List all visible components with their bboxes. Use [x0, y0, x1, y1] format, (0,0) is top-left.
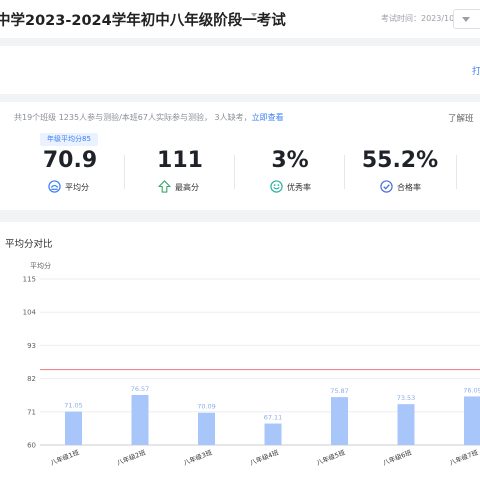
stats-card: 共19个班级 1235人参与测验/本班67人实际参与测验， 3人缺考，立即查看 … — [0, 102, 480, 210]
summary-text: 共19个班级 1235人参与测验/本班67人实际参与测验， 3人缺考， — [14, 113, 252, 122]
x-tick-label: 八年级5班 — [315, 447, 347, 467]
divider — [124, 155, 125, 189]
stat-value: 55.2% — [361, 148, 439, 173]
x-tick-label: 八年级7班 — [448, 447, 480, 467]
print-link[interactable]: 打 — [472, 64, 480, 77]
bar — [65, 411, 82, 445]
action-bar: 打 — [0, 46, 480, 94]
exam-title[interactable]: 中学2023-2024学年初中八年级阶段一考试 — [0, 9, 286, 30]
stat-value: 70.9 — [42, 148, 98, 173]
bar — [464, 396, 480, 445]
chevron-down-icon[interactable] — [251, 13, 257, 17]
exam-header: 中学2023-2024学年初中八年级阶段一考试 考试时间：2023/10/18 — [0, 0, 480, 38]
bar-value-label: 76.09 — [463, 386, 480, 394]
divider — [234, 155, 235, 189]
y-tick-label: 82 — [27, 375, 36, 383]
bar — [131, 394, 149, 445]
divider — [344, 155, 345, 189]
grade-average-badge: 年级平均分85 — [40, 133, 98, 146]
bar-value-label: 73.53 — [397, 394, 416, 402]
view-now-link[interactable]: 立即查看 — [252, 113, 284, 122]
x-tick-label: 八年级4班 — [248, 447, 280, 467]
y-axis-label: 平均分 — [30, 261, 51, 270]
bar — [397, 404, 415, 445]
smile-icon — [270, 180, 283, 193]
bar-value-label: 76.57 — [131, 385, 150, 393]
bar — [198, 412, 215, 445]
x-tick-label: 八年级3班 — [182, 447, 214, 467]
participation-summary: 共19个班级 1235人参与测验/本班67人实际参与测验， 3人缺考，立即查看 — [14, 112, 284, 123]
x-tick-label: 八年级1班 — [49, 447, 81, 467]
y-tick-label: 60 — [27, 442, 36, 450]
bar-value-label: 70.09 — [197, 403, 216, 411]
stat-label: 最高分 — [175, 183, 199, 192]
x-tick-label: 八年级6班 — [381, 447, 413, 467]
dropdown-arrow-icon — [462, 17, 470, 22]
learn-more-link[interactable]: 了解班 — [448, 112, 474, 124]
average-score-chart: 平均分 60 71 82 93 104 115 71.05 八年级1班 76.57 八年级2班 70.… — [23, 261, 480, 467]
y-tick-label: 93 — [27, 342, 36, 350]
y-tick-label: 104 — [23, 309, 37, 317]
stat-label: 平均分 — [65, 183, 89, 192]
average-score-icon — [48, 180, 61, 193]
stat-label: 合格率 — [397, 183, 421, 192]
x-tick-label: 八年级2班 — [115, 447, 147, 467]
stat-value: 111 — [157, 148, 203, 173]
up-arrow-icon — [158, 180, 171, 193]
divider — [456, 155, 457, 189]
stat-value: 3% — [271, 148, 309, 173]
y-tick-label: 115 — [23, 276, 36, 284]
bar-value-label: 67.11 — [264, 414, 283, 422]
bar-value-label: 71.05 — [64, 402, 83, 410]
y-tick-label: 71 — [27, 408, 36, 416]
class-select[interactable] — [453, 9, 480, 29]
bar — [331, 397, 348, 445]
bar — [264, 423, 282, 445]
check-circle-icon — [380, 180, 393, 193]
bar-value-label: 75.87 — [330, 387, 349, 395]
stat-label: 优秀率 — [287, 183, 311, 192]
average-comparison-card: 平均分对比 平均分 60 71 82 93 104 115 71.05 八年级1班 76.57 八年… — [0, 222, 480, 480]
